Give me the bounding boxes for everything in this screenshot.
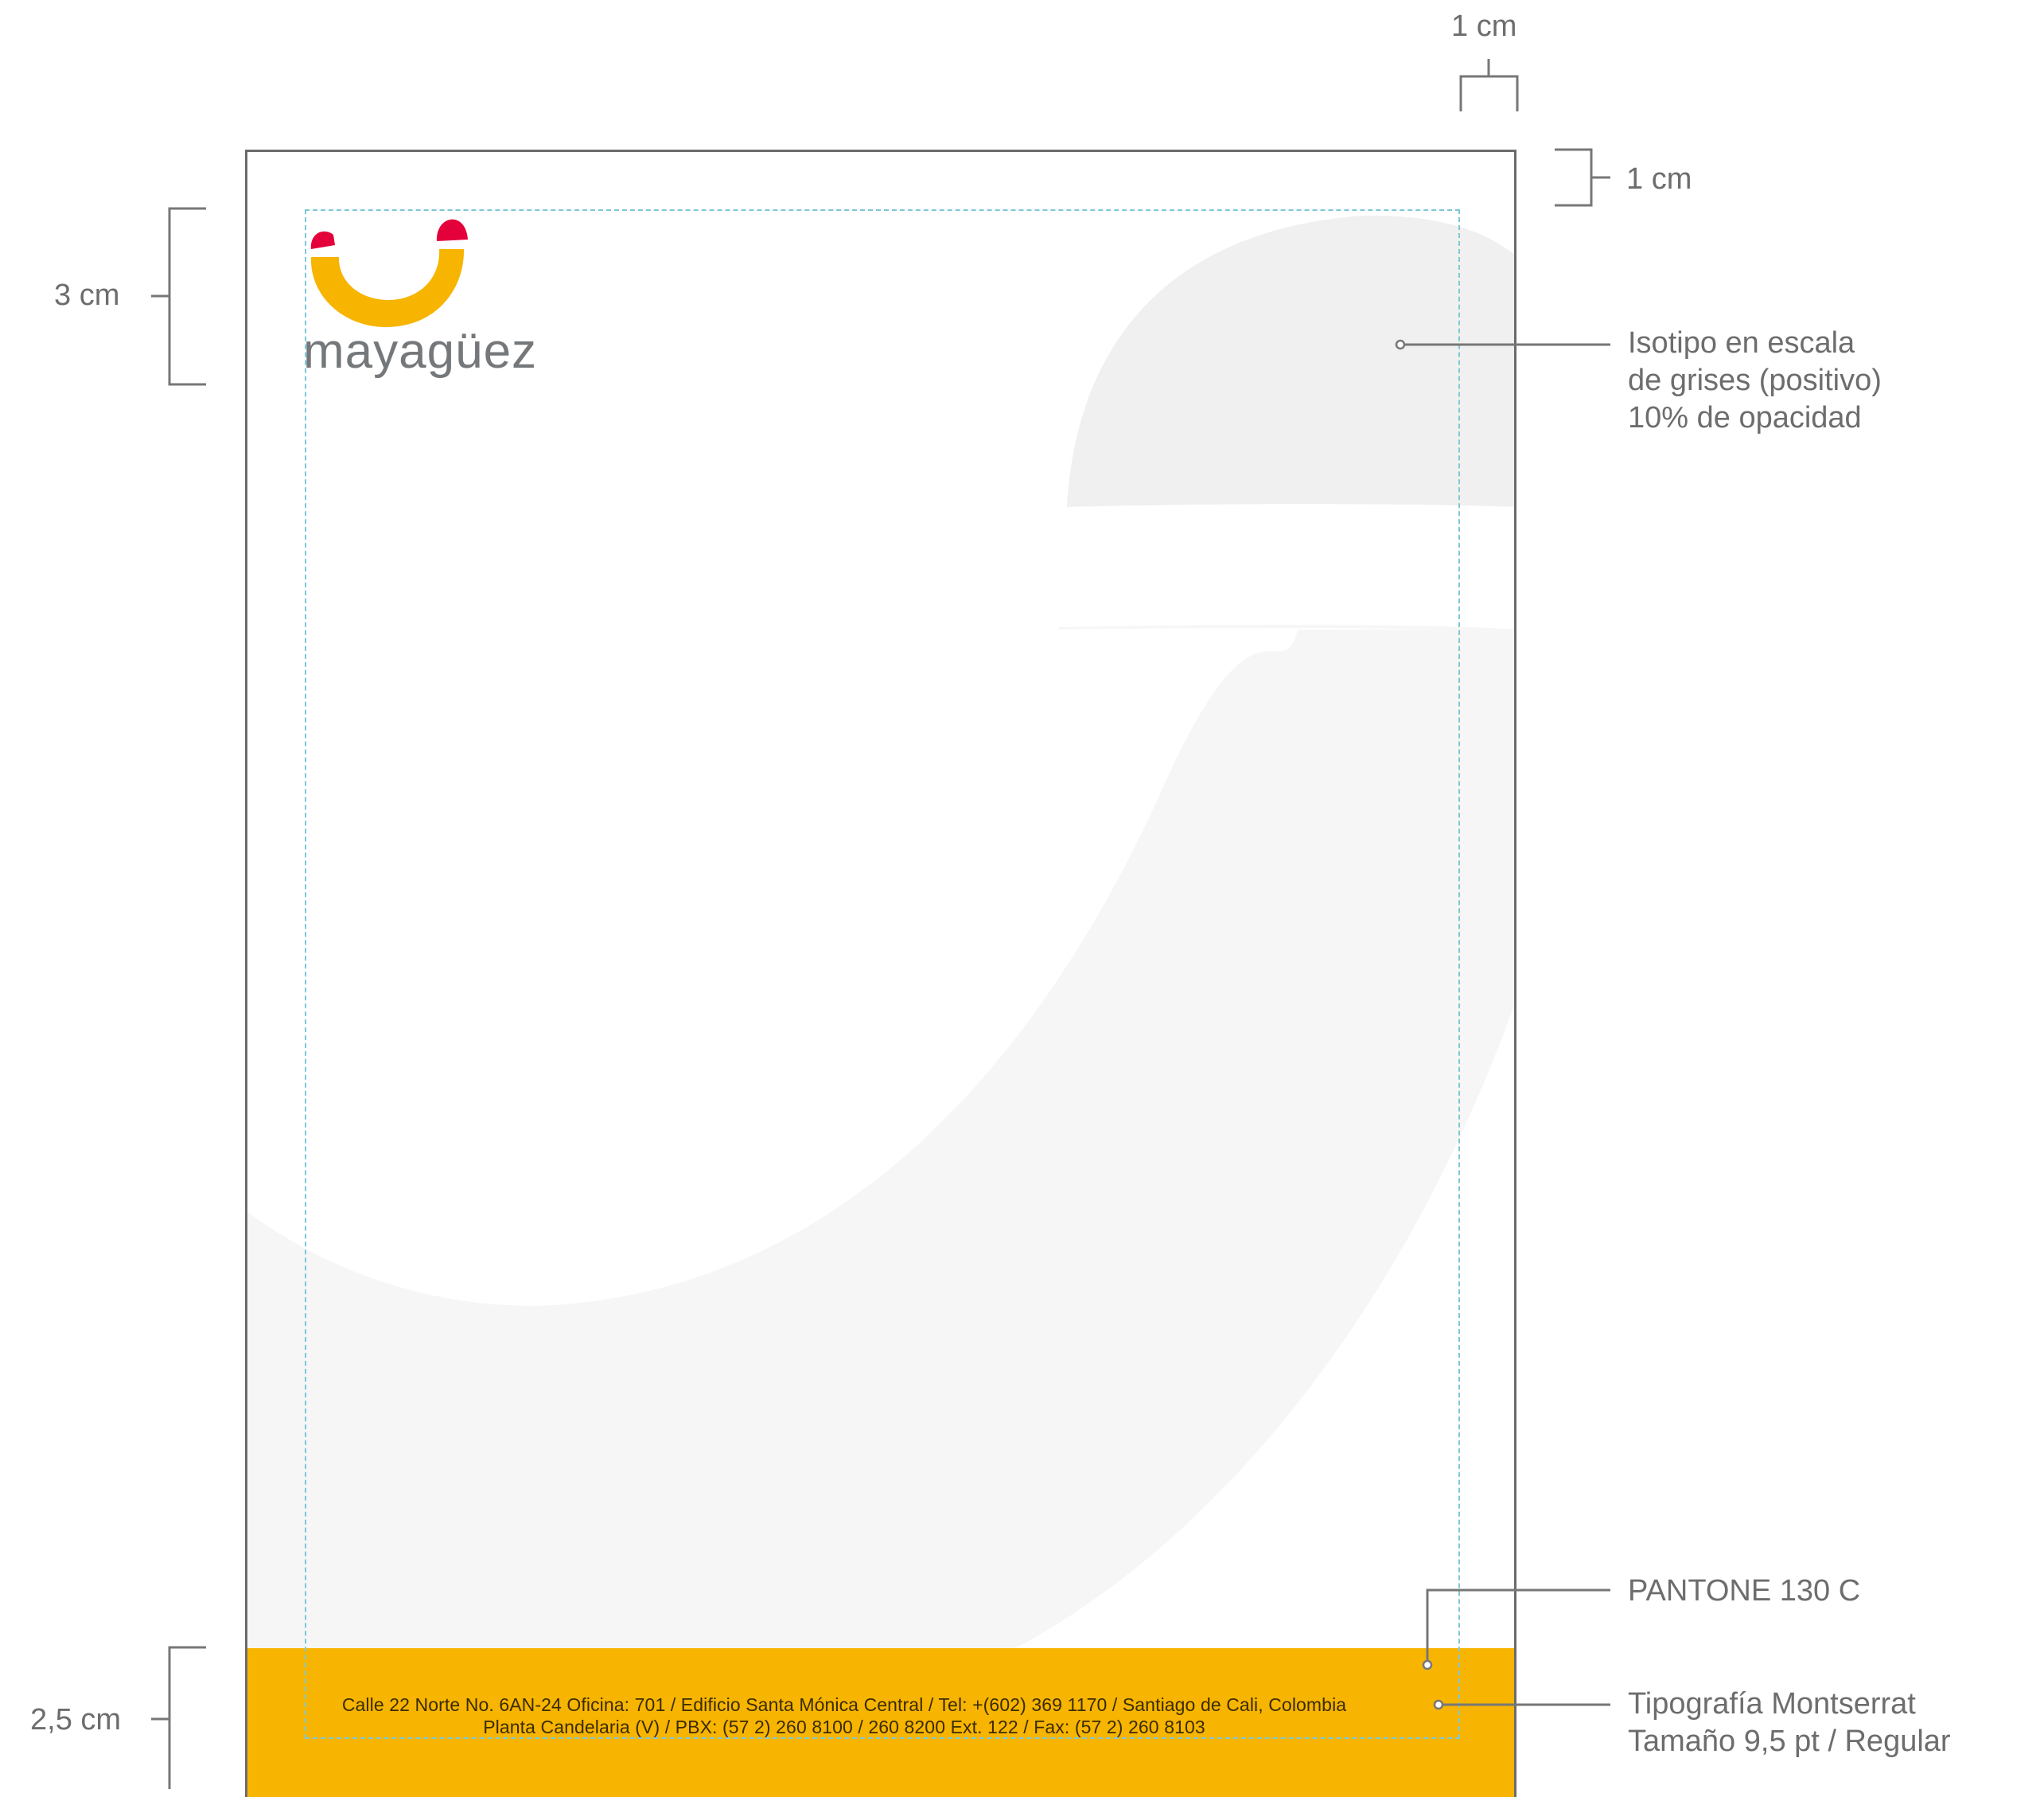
isotipo-note-line: de grises (positivo) <box>1628 364 1882 397</box>
annotation-lines <box>151 59 1610 1789</box>
isotipo-note-line: Isotipo en escala <box>1628 326 1855 360</box>
header-height-label: 3 cm <box>54 279 120 312</box>
isotipo-note-line: 10% de opacidad <box>1628 401 1862 435</box>
typography-note: Tipografía Montserrat Tamaño 9,5 pt / Re… <box>1628 1686 1951 1760</box>
footer-height-label: 2,5 cm <box>30 1703 122 1737</box>
top-margin-height-label: 1 cm <box>1626 162 1692 196</box>
top-margin-width-label: 1 cm <box>1451 10 1517 43</box>
pantone-note: PANTONE 130 C <box>1628 1574 1861 1608</box>
typography-note-line: Tipografía Montserrat <box>1628 1687 1916 1721</box>
isotipo-note: Isotipo en escala de grises (positivo) 1… <box>1628 325 1882 437</box>
typography-note-line: Tamaño 9,5 pt / Regular <box>1628 1725 1951 1758</box>
